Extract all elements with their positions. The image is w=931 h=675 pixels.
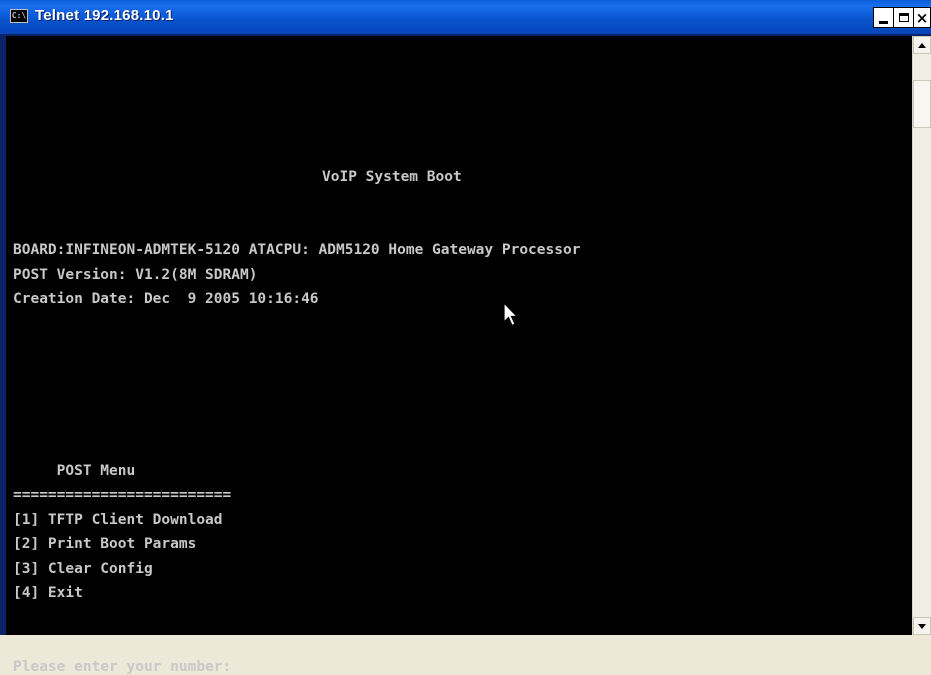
window-title: Telnet 192.168.10.1 bbox=[35, 7, 174, 24]
creation-date-line: Creation Date: Dec 9 2005 10:16:46 bbox=[13, 291, 319, 307]
maximize-button[interactable] bbox=[893, 7, 914, 28]
title-bar[interactable]: C:\ Telnet 192.168.10.1 × bbox=[0, 0, 931, 34]
menu-item-print-boot: [2] Print Boot Params bbox=[13, 536, 197, 552]
menu-item-tftp: [1] TFTP Client Download bbox=[13, 511, 223, 528]
scroll-down-button[interactable] bbox=[913, 617, 931, 635]
post-menu-title: POST Menu bbox=[13, 462, 136, 479]
scrollbar-thumb[interactable] bbox=[913, 80, 931, 128]
boot-heading: VoIP System Boot bbox=[322, 168, 462, 185]
scroll-up-button[interactable] bbox=[913, 36, 931, 54]
minimize-button[interactable] bbox=[873, 7, 894, 28]
maximize-icon bbox=[898, 13, 909, 22]
terminal-output: VoIP System Boot BOARD:INFINEON-ADMTEK-5… bbox=[13, 36, 580, 675]
menu-divider: ========================= bbox=[13, 487, 232, 503]
telnet-window: C:\ Telnet 192.168.10.1 × VoIP System Bo… bbox=[0, 0, 931, 675]
close-icon: × bbox=[915, 8, 929, 27]
input-prompt: Please enter your number: bbox=[13, 658, 232, 675]
menu-item-clear-config: [3] Clear Config bbox=[13, 560, 153, 577]
mouse-pointer-icon bbox=[503, 302, 519, 327]
minimize-icon bbox=[879, 20, 888, 24]
menu-item-exit: [4] Exit bbox=[13, 585, 83, 601]
board-info-line: BOARD:INFINEON-ADMTEK-5120 ATACPU: ADM51… bbox=[13, 242, 581, 258]
post-version-line: POST Version: V1.2(8M SDRAM) bbox=[13, 266, 258, 283]
arrow-down-icon bbox=[918, 623, 926, 629]
terminal-screen[interactable]: VoIP System Boot BOARD:INFINEON-ADMTEK-5… bbox=[6, 36, 912, 675]
vertical-scrollbar[interactable] bbox=[912, 36, 931, 635]
close-button[interactable]: × bbox=[913, 7, 931, 28]
console-icon[interactable]: C:\ bbox=[10, 9, 28, 23]
arrow-up-icon bbox=[918, 42, 926, 48]
